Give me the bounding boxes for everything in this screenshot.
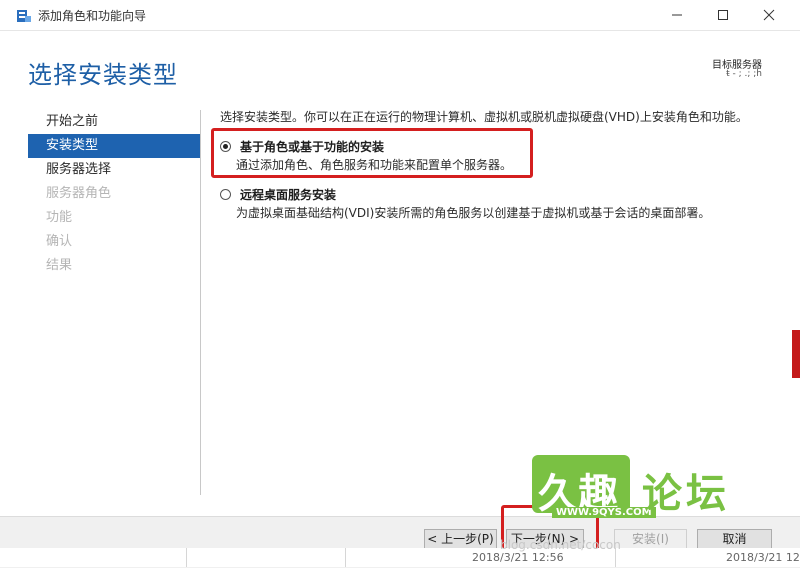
close-icon [763, 9, 775, 21]
background-timestamp-right: 2018/3/21 12 [726, 551, 800, 564]
previous-button[interactable]: < 上一步(P) [424, 529, 497, 549]
install-button: 安装(I) [614, 529, 687, 549]
nav-item-installation-type[interactable]: 安装类型 [28, 134, 200, 158]
background-strip [0, 548, 800, 567]
watermark-logo: 久趣 [532, 455, 630, 517]
strip-divider [345, 548, 346, 567]
intro-text: 选择安装类型。你可以在正在运行的物理计算机、虚拟机或脱机虚拟硬盘(VHD)上安装… [220, 110, 748, 124]
vertical-divider [200, 110, 201, 495]
highlight-box-option [211, 128, 533, 178]
nav-item-results: 结果 [46, 258, 73, 273]
wizard-nav: 开始之前 安装类型 服务器选择 服务器角色 功能 确认 结果 [28, 110, 200, 278]
nav-item-before-you-begin[interactable]: 开始之前 [28, 110, 200, 134]
watermark-text: 论坛 [642, 471, 730, 517]
page-header: 选择安装类型 目标服务器 ŧ - ; .; ;h [0, 31, 800, 101]
minimize-icon [672, 14, 682, 16]
cancel-button[interactable]: 取消 [697, 529, 772, 549]
maximize-icon [718, 10, 728, 20]
option-remote-desktop-desc: 为虚拟桌面基础结构(VDI)安装所需的角色服务以创建基于虚拟机或基于会话的桌面部… [236, 206, 711, 220]
page-title: 选择安装类型 [28, 61, 178, 89]
window-title: 添加角色和功能向导 [38, 9, 147, 23]
nav-item-server-roles: 服务器角色 [46, 186, 112, 201]
background-window-edge [792, 330, 800, 378]
server-manager-icon [17, 10, 31, 22]
nav-item-server-selection[interactable]: 服务器选择 [28, 158, 200, 182]
maximize-button[interactable] [700, 0, 746, 30]
background-timestamp-left: 2018/3/21 12:56 [472, 551, 564, 564]
destination-server-value: ŧ - ; .; ;h [726, 69, 762, 79]
nav-item-confirmation: 确认 [46, 234, 73, 249]
minimize-button[interactable] [654, 0, 700, 30]
watermark-faint-url: blog.csdn.net/cocon [500, 538, 621, 552]
radio-remote-desktop[interactable] [220, 189, 231, 200]
content-pane: 选择安装类型。你可以在正在运行的物理计算机、虚拟机或脱机虚拟硬盘(VHD)上安装… [220, 108, 780, 220]
title-bar: 添加角色和功能向导 [0, 0, 800, 31]
watermark-url: WWW.9QYS.COM [552, 507, 656, 518]
close-button[interactable] [746, 0, 792, 30]
option-remote-desktop-title: 远程桌面服务安装 [240, 188, 337, 202]
strip-divider [186, 548, 187, 567]
watermark: 久趣 WWW.9QYS.COM 论坛 [532, 455, 762, 525]
nav-item-features: 功能 [46, 210, 73, 225]
